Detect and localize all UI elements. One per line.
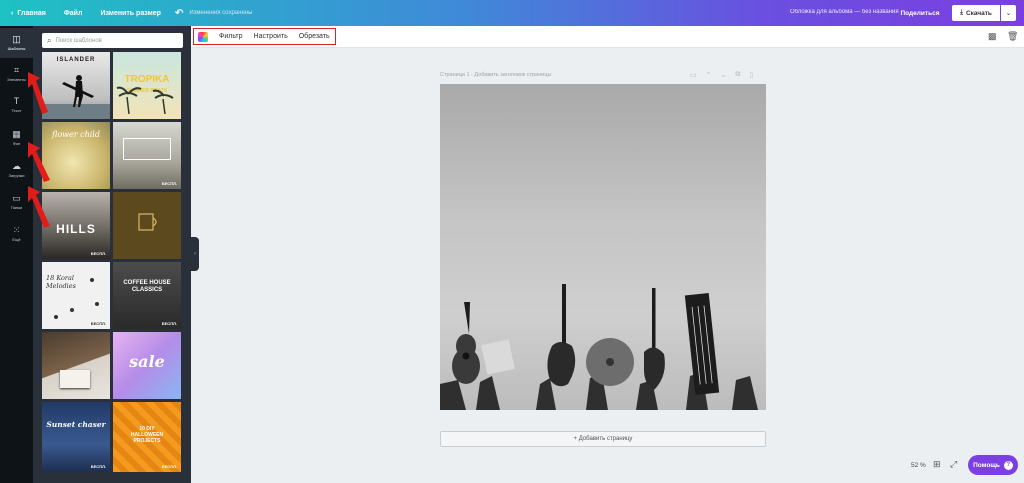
fullscreen-icon[interactable]: ⤢ [950,459,957,470]
template-thumbnail[interactable] [113,192,181,259]
chevron-left-icon: ‹ [194,251,196,257]
template-thumbnail[interactable]: COFFEE HOUSE CLASSICS БЕСПЛ. [113,262,181,329]
trash-icon[interactable]: 🗑 [1007,31,1018,42]
top-bar: ‹ Главная Файл Изменить размер ↶ Изменен… [0,0,1024,26]
template-search[interactable]: ⌕ Поиск шаблонов [42,33,183,48]
delete-page-icon[interactable]: ▯ [749,71,753,79]
resize-menu[interactable]: Изменить размер [100,10,161,17]
crop-button[interactable]: Обрезать [299,33,330,40]
template-title: Sunset chaser [46,420,106,429]
download-options-button[interactable]: ⌄ [1001,5,1016,21]
elements-icon: ⌗ [13,65,20,75]
copy-icon[interactable]: ⧉ [735,71,740,79]
chevron-left-icon: ‹ [11,9,14,17]
template-title: sale [129,352,165,371]
template-thumbnail[interactable]: 10 DIY HALLOWEEN PROJECTS БЕСПЛ. [113,402,181,472]
search-input[interactable]: Поиск шаблонов [55,38,101,44]
undo-icon[interactable]: ↶ [175,8,183,19]
download-label: Скачать [965,9,992,17]
template-title: COFFEE HOUSE CLASSICS [123,280,171,293]
home-label: Главная [17,9,46,17]
share-button[interactable]: Поделиться [894,5,946,21]
image-tools-group: Фильтр Настроить Обрезать [193,28,336,45]
rail-label: Элементы [6,77,27,82]
folder-icon: ▭ [12,193,21,203]
save-status: Изменения сохранены [189,10,253,16]
template-thumbnail[interactable] [42,332,110,399]
free-badge: БЕСПЛ. [90,251,106,256]
help-button[interactable]: Помощь ? [968,455,1018,475]
guitars-photo [440,284,758,410]
rail-label: Ещё [12,237,21,242]
rail-label: Текст [11,108,22,113]
annotation-arrows [28,72,50,228]
chevron-down-icon: ⌄ [1005,10,1012,17]
upload-icon: ☁ [12,161,21,171]
text-icon: T [13,96,20,106]
transparency-icon[interactable]: ▩ [988,31,997,42]
free-badge: БЕСПЛ. [161,464,177,469]
image-toolbar: Фильтр Настроить Обрезать ▩ 🗑 [191,26,1024,48]
template-thumbnail[interactable]: Sunset chaser БЕСПЛ. [42,402,110,472]
coffee-mug-icon [138,213,157,231]
add-page-button[interactable]: + Добавить страницу [440,431,766,447]
color-palette-icon[interactable] [198,31,208,42]
template-thumbnail[interactable]: TROPIKA SUMMER BEATS [113,52,181,119]
rail-label: Загрузки [8,173,25,178]
more-icon: ⁙ [12,225,21,235]
laptop-decoration [60,370,90,388]
page-tools: ▭ ⌃ ⌄ ⧉ ▯ [690,71,753,79]
file-menu[interactable]: Файл [64,10,83,17]
download-button[interactable]: ⤓ Скачать [952,5,1000,21]
question-icon: ? [1003,460,1013,470]
template-title: 10 DIY HALLOWEEN PROJECTS [130,426,164,444]
templates-icon: ◫ [12,34,21,44]
chevron-down-icon[interactable]: ⌄ [721,71,727,79]
rail-label: Папки [10,205,23,210]
frame-decoration [123,138,171,160]
free-badge: БЕСПЛ. [90,464,106,469]
rail-item-templates[interactable]: ◫ Шаблоны [0,28,33,58]
home-link[interactable]: ‹ Главная [11,10,46,17]
chevron-up-icon[interactable]: ⌃ [706,71,712,79]
palm-tree-icon [116,86,174,115]
rail-label: Шаблоны [7,46,26,51]
help-label: Помощь [973,461,1000,469]
zoom-level[interactable]: 52 % [911,462,926,469]
search-icon: ⌕ [47,35,52,45]
rail-label: Фон [12,141,21,146]
adjust-button[interactable]: Настроить [254,33,288,40]
free-badge: БЕСПЛ. [161,181,177,186]
design-canvas[interactable] [440,84,766,410]
background-icon: ▦ [12,129,21,139]
grid-view-icon[interactable]: ⊞ [933,459,941,470]
template-thumbnail[interactable]: БЕСПЛ. [113,122,181,189]
free-badge: БЕСПЛ. [90,321,106,326]
filter-button[interactable]: Фильтр [219,33,243,40]
collapse-panel-handle[interactable]: ‹ [191,237,199,271]
template-thumbnail[interactable]: sale [113,332,181,399]
free-badge: БЕСПЛ. [161,321,177,326]
page-label[interactable]: Страница 1 - Добавить заголовок страницы [440,72,551,78]
document-title[interactable]: Обложка для альбома — без названия [790,9,899,15]
top-nav: ‹ Главная Файл Изменить размер ↶ Изменен… [0,8,252,19]
notes-icon[interactable]: ▭ [690,71,697,79]
download-icon: ⤓ [960,9,963,16]
